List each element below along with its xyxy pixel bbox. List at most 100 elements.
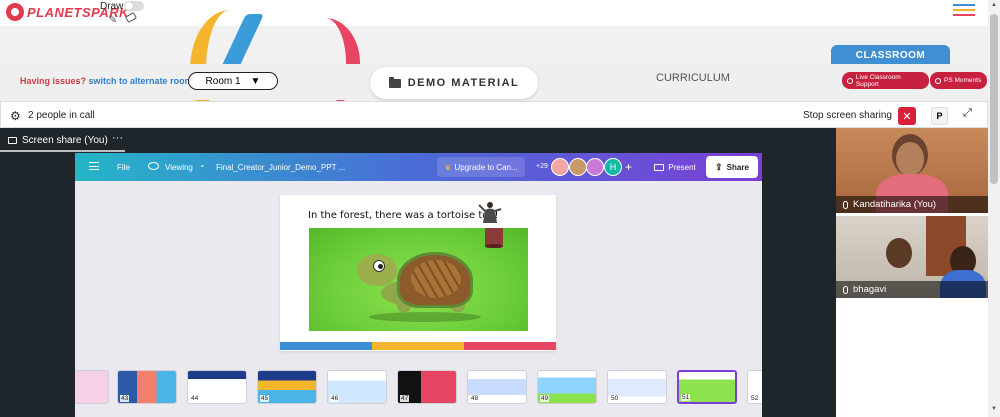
ps-moments-label: PS Moments — [944, 77, 982, 84]
current-slide: In the forest, there was a tortoise too! — [280, 195, 556, 351]
top-bar: PLANETSPARK Draw ✎ — [0, 0, 988, 26]
thumbnail-number: 43 — [120, 395, 130, 402]
person-face — [896, 142, 924, 176]
canva-file-menu[interactable]: File — [117, 163, 130, 172]
present-label: Present — [668, 162, 696, 172]
pencil-icon[interactable]: ✎ — [108, 13, 117, 26]
moments-icon — [935, 77, 941, 84]
canva-menu-icon[interactable] — [89, 162, 99, 170]
screen-icon — [8, 137, 17, 144]
tortoise-eye — [373, 260, 385, 272]
person-head — [886, 238, 912, 268]
eye-icon — [148, 162, 159, 170]
thumbnail-45[interactable]: 45 — [257, 370, 317, 404]
thumbnail-number: 49 — [540, 395, 550, 402]
gear-icon[interactable]: ⚙ — [10, 109, 21, 123]
thumbnail-number: 50 — [610, 395, 620, 402]
folder-icon — [388, 76, 401, 88]
monitor-icon — [654, 163, 665, 171]
thumbnail-50[interactable]: 50 — [607, 370, 667, 404]
menu-line-blue — [953, 4, 975, 6]
thumbnail-number: 51 — [681, 394, 691, 401]
hamburger-menu-icon[interactable] — [953, 4, 975, 18]
thumbnail-number: 45 — [260, 395, 270, 402]
upgrade-label: Upgrade to Can... — [454, 162, 518, 172]
app-root: PLANETSPARK Draw ✎ CLASSROOM Having issu… — [0, 0, 1000, 417]
screen-share-tab[interactable]: Screen share (You) — [8, 135, 108, 146]
close-icon: ✕ — [902, 110, 912, 123]
logo-mark-icon — [6, 3, 24, 21]
scroll-up-icon[interactable]: ▲ — [991, 2, 997, 8]
slide-color-bar-pink — [464, 342, 556, 350]
menu-line-pink — [953, 14, 975, 16]
participant-label: Kandatiharika (You) — [836, 196, 988, 213]
tab-underline — [0, 150, 125, 152]
thumbnail-partial[interactable] — [75, 370, 109, 404]
tab-classroom[interactable]: CLASSROOM — [831, 45, 950, 65]
thumbnail-49[interactable]: 49 — [537, 370, 597, 404]
screen-share-label: Screen share (You) — [22, 135, 108, 146]
room-select[interactable]: Room 1 ▼ — [188, 72, 278, 90]
tab-curriculum[interactable]: CURRICULUM — [656, 72, 730, 84]
chevron-down-icon[interactable]: ⌄ — [199, 160, 206, 169]
draw-label: Draw — [100, 1, 124, 12]
draw-toggle[interactable] — [124, 1, 144, 11]
thumbnail-47[interactable]: 47 — [397, 370, 457, 404]
mic-icon — [843, 285, 848, 294]
thumbnail-44[interactable]: 44 — [187, 370, 247, 404]
chevron-down-icon: ▼ — [250, 75, 261, 87]
people-count: 2 people in call — [28, 110, 95, 121]
thumbnail-52-partial[interactable]: 52 — [747, 370, 762, 404]
collaborator-avatar-h[interactable]: H — [604, 158, 622, 176]
canva-toolbar: File Viewing ⌄ Final_Creator_Junior_Demo… — [75, 153, 762, 181]
canva-viewing-mode[interactable]: Viewing — [165, 163, 193, 172]
participant-label: bhagavi — [836, 281, 988, 298]
plus-icon[interactable]: + — [625, 160, 632, 174]
scrollbar-thumb[interactable] — [990, 14, 998, 184]
scroll-down-icon[interactable]: ▼ — [991, 406, 997, 412]
ps-moments-button[interactable]: PS Moments — [930, 72, 987, 89]
thumbnail-number: 47 — [400, 395, 410, 402]
thumbnail-51-active[interactable]: 51 — [677, 370, 737, 404]
canva-doc-title[interactable]: Final_Creator_Junior_Demo_PPT ... — [216, 163, 345, 172]
pip-button[interactable]: P — [931, 107, 948, 125]
share-label: Share — [726, 162, 749, 172]
live-classroom-support-button[interactable]: Live Classroom Support — [842, 72, 929, 89]
stop-sharing-label: Stop screen sharing — [803, 110, 892, 121]
slide-color-bar-blue — [280, 342, 372, 350]
menu-line-yellow — [953, 9, 975, 11]
page-scrollbar[interactable]: ▲ ▼ — [988, 0, 1000, 417]
switch-room-link[interactable]: switch to alternate room — [89, 76, 193, 86]
participant-name: Kandatiharika (You) — [853, 199, 937, 210]
collaborator-avatar[interactable] — [586, 158, 604, 176]
collaborator-avatar[interactable] — [551, 158, 569, 176]
slide-thumbnails: 43 44 45 46 47 48 49 50 51 52 — [75, 368, 762, 408]
thumbnail-43[interactable]: 43 — [117, 370, 177, 404]
collaborator-avatar[interactable] — [569, 158, 587, 176]
canva-share-button[interactable]: ⇪ Share — [706, 156, 758, 178]
thumbnail-number: 46 — [330, 395, 340, 402]
thumbnail-46[interactable]: 46 — [327, 370, 387, 404]
thumbnail-number: 48 — [470, 395, 480, 402]
demo-material-label: DEMO MATERIAL — [407, 77, 520, 89]
more-options-icon[interactable]: ··· — [112, 132, 123, 144]
issues-notice: Having issues? switch to alternate room — [20, 76, 193, 86]
expand-icon[interactable]: ⤢ — [963, 107, 972, 120]
demo-material-button[interactable]: DEMO MATERIAL — [370, 67, 538, 99]
slide-text: In the forest, there was a tortoise too! — [308, 210, 499, 221]
tortoise-shadow — [369, 312, 481, 322]
video-tile-teacher[interactable]: Kandatiharika (You) — [836, 128, 988, 213]
support-icon — [847, 77, 853, 84]
thumbnail-48[interactable]: 48 — [467, 370, 527, 404]
mic-icon — [843, 200, 848, 209]
thumbnail-preview — [75, 371, 108, 403]
video-panel: Kandatiharika (You) bhagavi — [836, 128, 988, 417]
call-bar: ⚙ 2 people in call Stop screen sharing ✕… — [0, 101, 988, 128]
stop-sharing-button[interactable]: ✕ — [898, 107, 916, 125]
present-button[interactable]: Present — [647, 157, 703, 177]
upgrade-button[interactable]: ♛ Upgrade to Can... — [437, 157, 525, 177]
canva-window: File Viewing ⌄ Final_Creator_Junior_Demo… — [75, 153, 762, 417]
collaborator-count: +29 — [536, 163, 548, 170]
video-tile-student[interactable]: bhagavi — [836, 216, 988, 298]
participant-name: bhagavi — [853, 284, 887, 295]
